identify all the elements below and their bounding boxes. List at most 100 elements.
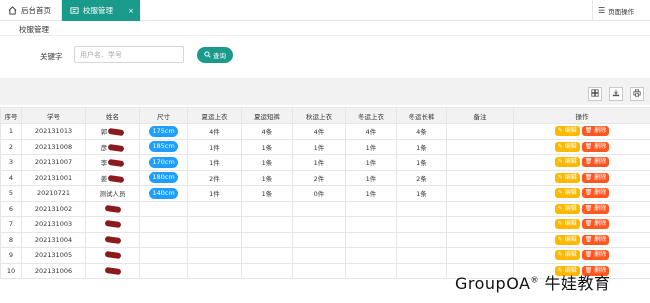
- delete-button[interactable]: 🗑 删除: [581, 141, 610, 152]
- pencil-icon: ✎: [557, 189, 563, 197]
- summer-shorts-cell: 1条: [241, 169, 293, 186]
- columns-filter-button[interactable]: [588, 87, 602, 101]
- delete-button[interactable]: 🗑 删除: [581, 172, 610, 183]
- student-name-cell: 姜: [85, 169, 140, 186]
- edit-label: 编辑: [564, 142, 577, 150]
- column-header[interactable]: 夏运短裤: [241, 107, 293, 124]
- delete-button[interactable]: 🗑 删除: [581, 234, 610, 245]
- student-name: 李: [100, 159, 108, 168]
- delete-label: 删除: [594, 173, 607, 181]
- student-id-cell: 202131007: [21, 154, 86, 171]
- summer-top-cell: [187, 216, 242, 233]
- edit-label: 编辑: [564, 204, 577, 212]
- search-input[interactable]: [74, 46, 184, 63]
- winter-top-cell: 4件: [345, 123, 397, 140]
- page-operations-menu[interactable]: ☰ 页面操作: [592, 0, 646, 21]
- column-header[interactable]: 尺寸: [139, 107, 188, 124]
- winter-top-cell: 1件: [345, 154, 397, 171]
- note-cell: [446, 185, 514, 202]
- operations-cell: ✎ 编辑 🗑 删除: [513, 231, 650, 248]
- student-id-cell: 20210721: [21, 185, 86, 202]
- column-header[interactable]: 操作: [513, 107, 650, 124]
- delete-button[interactable]: 🗑 删除: [581, 219, 610, 230]
- summer-shorts-cell: [241, 200, 293, 217]
- size-cell: 175cm: [139, 123, 188, 140]
- summer-shorts-cell: 1条: [241, 185, 293, 202]
- size-badge: 140cm: [149, 187, 178, 199]
- column-header[interactable]: 姓名: [85, 107, 140, 124]
- winter-top-cell: [345, 216, 397, 233]
- operations-cell: ✎ 编辑 🗑 删除: [513, 123, 650, 140]
- winter-top-cell: [345, 247, 397, 264]
- winter-top-cell: [345, 200, 397, 217]
- student-name-cell: [85, 247, 140, 264]
- note-cell: [446, 154, 514, 171]
- column-header[interactable]: 序号: [0, 107, 22, 124]
- note-cell: [446, 169, 514, 186]
- edit-button[interactable]: ✎ 编辑: [554, 188, 580, 199]
- delete-label: 删除: [594, 189, 607, 197]
- delete-button[interactable]: 🗑 删除: [581, 250, 610, 261]
- edit-button[interactable]: ✎ 编辑: [554, 203, 580, 214]
- winter-top-cell: 1件: [345, 169, 397, 186]
- summer-shorts-cell: 1条: [241, 138, 293, 155]
- pencil-icon: ✎: [557, 127, 563, 135]
- trash-icon: 🗑: [584, 142, 593, 150]
- summer-top-cell: [187, 247, 242, 264]
- edit-button[interactable]: ✎ 编辑: [554, 219, 580, 230]
- student-name: 郭: [100, 128, 108, 137]
- uniform-table: 序号 学号 姓名 尺寸 夏运上衣 夏运短裤 秋运上衣 冬运上衣 冬运长裤 备注 …: [0, 107, 650, 279]
- table-header-row: 序号 学号 姓名 尺寸 夏运上衣 夏运短裤 秋运上衣 冬运上衣 冬运长裤 备注 …: [0, 107, 650, 124]
- table-toolbar: [0, 78, 650, 105]
- table-row: 2 202131008 彦 185cm 1件 1条 1件 1件 1条 ✎ 编辑 🗑 删除: [0, 138, 650, 155]
- delete-button[interactable]: 🗑 删除: [581, 157, 610, 168]
- edit-button[interactable]: ✎ 编辑: [554, 141, 580, 152]
- edit-button[interactable]: ✎ 编辑: [554, 157, 580, 168]
- edit-label: 编辑: [564, 220, 577, 228]
- delete-button[interactable]: 🗑 删除: [581, 188, 610, 199]
- winter-pants-cell: [396, 200, 447, 217]
- redaction-mark: [107, 128, 125, 137]
- column-header[interactable]: 备注: [446, 107, 514, 124]
- tab-home[interactable]: 后台首页: [0, 0, 62, 21]
- student-name: 测试人员: [99, 190, 126, 199]
- tab-close-icon[interactable]: ×: [128, 7, 134, 15]
- delete-label: 删除: [594, 251, 607, 259]
- edit-button[interactable]: ✎ 编辑: [554, 250, 580, 261]
- summer-top-cell: [187, 231, 242, 248]
- redaction-mark: [104, 204, 122, 213]
- panel-divider: [0, 35, 650, 36]
- column-header[interactable]: 学号: [21, 107, 86, 124]
- row-number-cell: 2: [0, 138, 22, 155]
- search-button[interactable]: 查询: [197, 47, 233, 63]
- delete-button[interactable]: 🗑 删除: [581, 203, 610, 214]
- edit-button[interactable]: ✎ 编辑: [554, 234, 580, 245]
- watermark-mark: ®: [530, 275, 539, 285]
- export-button[interactable]: [609, 87, 623, 101]
- edit-button[interactable]: ✎ 编辑: [554, 126, 580, 137]
- watermark-logo: GroupOA® 牛娃教育: [455, 270, 611, 294]
- student-name-cell: [85, 216, 140, 233]
- column-header[interactable]: 冬运上衣: [345, 107, 397, 124]
- tab-bar: 后台首页 校服管理 × ☰ 页面操作: [0, 0, 650, 21]
- edit-button[interactable]: ✎ 编辑: [554, 172, 580, 183]
- tab-uniform-management[interactable]: 校服管理 ×: [62, 0, 140, 21]
- table-row: 9 202131005 ✎ 编辑 🗑 删除: [0, 247, 650, 264]
- column-header[interactable]: 夏运上衣: [187, 107, 242, 124]
- student-name-cell: 郭: [85, 123, 140, 140]
- size-badge: 175cm: [149, 125, 178, 137]
- summer-top-cell: [187, 200, 242, 217]
- student-name: 姜: [100, 174, 108, 183]
- delete-label: 删除: [594, 235, 607, 243]
- column-header[interactable]: 秋运上衣: [292, 107, 346, 124]
- operations-cell: ✎ 编辑 🗑 删除: [513, 247, 650, 264]
- print-button[interactable]: [630, 87, 644, 101]
- panel-title: 校服管理: [19, 25, 49, 34]
- trash-icon: 🗑: [584, 127, 593, 135]
- menu-icon: ☰: [598, 6, 606, 15]
- edit-label: 编辑: [564, 173, 577, 181]
- column-header[interactable]: 冬运长裤: [396, 107, 447, 124]
- delete-button[interactable]: 🗑 删除: [581, 126, 610, 137]
- table-row: 8 202131004 ✎ 编辑 🗑 删除: [0, 231, 650, 248]
- redaction-mark: [107, 143, 125, 152]
